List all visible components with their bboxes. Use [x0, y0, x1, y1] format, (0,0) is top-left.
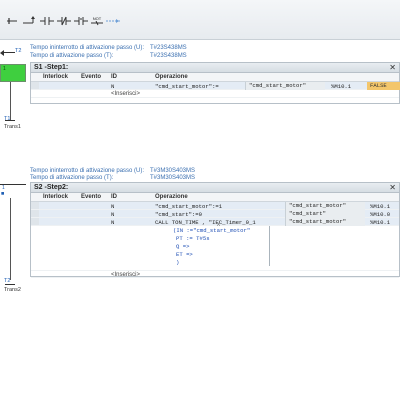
table-row[interactable]: N "cmd_start_motor":=1 "cmd_start_motor"…	[31, 202, 399, 210]
step2-column-header: Interlock Evento ID Operazione	[31, 193, 399, 202]
col-interlock: Interlock	[43, 194, 69, 200]
sfc-toolbar: NOT	[0, 0, 400, 40]
step1-info2-label: Tempo di attivazione passo (T):	[30, 53, 114, 59]
row-operation[interactable]: "cmd_start_motor":=	[155, 83, 219, 90]
table-row[interactable]: <Inserisci>	[31, 270, 399, 278]
row-gutter	[31, 210, 39, 217]
col-operazione: Operazione	[155, 74, 188, 80]
call-q-line: Q =>	[176, 243, 190, 250]
step1-title: S1 -Step1:	[34, 64, 69, 71]
row-gutter	[31, 82, 39, 89]
contact-nc-icon[interactable]	[57, 15, 71, 27]
close-icon[interactable]: ✕	[389, 63, 396, 72]
step2-panel: S2 -Step2: ✕ Interlock Evento ID Operazi…	[30, 182, 400, 278]
table-row[interactable]: N "cmd_start":=0 "cmd_start" %M10.0	[31, 210, 399, 218]
table-row[interactable]: N CALL TON_TIME , "IEC_Timer_0_1 "cmd_st…	[31, 218, 399, 226]
step2-tag: ■	[1, 191, 5, 197]
call-block[interactable]: ^ (IN :="cmd_start_motor" PT := T#5s Q =…	[31, 223, 399, 270]
col-operazione: Operazione	[155, 194, 188, 200]
step2-panel-header: S2 -Step2: ✕	[31, 183, 399, 193]
step2-info2-label: Tempo di attivazione passo (T):	[30, 175, 114, 181]
col-interlock: Interlock	[43, 74, 69, 80]
first-icon[interactable]	[6, 15, 18, 27]
transition-2-bar[interactable]	[5, 284, 15, 285]
tag-value: FALSE	[367, 82, 400, 90]
step1-number: 1	[3, 66, 6, 72]
step1-info2-value: T#23S438MS	[150, 53, 187, 59]
t2-label-top: T2	[15, 48, 22, 54]
t2-label-bottom: T2	[4, 278, 11, 284]
step1-box[interactable]: 1	[0, 64, 26, 82]
tag-address: %M10.1	[370, 218, 391, 226]
call-close-line: )	[176, 259, 180, 266]
col-evento: Evento	[81, 74, 102, 80]
step2-info2-value: T#3M30S403MS	[150, 175, 196, 181]
sfc-graph-strip: T2 1 T1 Trans1 1 ■ T2 Trans2	[0, 40, 28, 400]
call-et-line: ET =>	[176, 251, 193, 258]
contact-nc-not-icon[interactable]	[74, 15, 88, 27]
connect-icon[interactable]	[106, 15, 120, 27]
close-icon[interactable]: ✕	[389, 183, 396, 192]
jump-arrow-line	[3, 52, 15, 53]
tag-address: %M10.1	[331, 82, 352, 90]
table-row[interactable]: <Inserisci>	[31, 90, 399, 98]
step1-panel-header: S1 -Step1: ✕	[31, 63, 399, 73]
tag-address: %M10.0	[370, 210, 391, 218]
tag-name: "cmd_start_motor"	[285, 218, 365, 226]
step2-info1-label: Tempo ininterrotto di attivazione passo …	[30, 168, 145, 174]
row-id: N	[111, 218, 115, 226]
row-id: N	[111, 202, 115, 210]
row-id: N	[111, 210, 115, 218]
step1-info1-label: Tempo ininterrotto di attivazione passo …	[30, 45, 145, 51]
row-gutter	[31, 218, 39, 225]
trans1-label: Trans1	[4, 124, 21, 130]
col-id: ID	[111, 74, 117, 80]
insert-row[interactable]: <Inserisci>	[111, 272, 140, 278]
col-id: ID	[111, 194, 117, 200]
next-icon[interactable]	[22, 15, 36, 27]
step2-title: S2 -Step2:	[34, 184, 69, 191]
sfc-connector-1	[10, 82, 11, 120]
call-in-line: (IN :="cmd_start_motor"	[173, 227, 251, 234]
step1-panel: S1 -Step1: ✕ Interlock Evento ID Operazi…	[30, 62, 400, 104]
table-row[interactable]: N "cmd_start_motor":= "cmd_start_motor" …	[31, 82, 400, 90]
tag-name: "cmd_start_motor"	[285, 202, 365, 210]
call-pt-line: PT := T#5s	[176, 235, 210, 242]
not-icon[interactable]: NOT	[91, 15, 103, 27]
tag-address: %M10.1	[370, 202, 391, 210]
row-gutter	[31, 202, 39, 209]
step2-info1-value: T#3M30S403MS	[150, 168, 196, 174]
col-evento: Evento	[81, 194, 102, 200]
row-operation[interactable]: CALL TON_TIME , "IEC_Timer_0_1	[155, 219, 256, 226]
row-id: N	[111, 82, 115, 90]
step1-info-line2: Tempo di attivazione passo (T): T#23S438…	[30, 53, 230, 61]
tag-name: "cmd_start_motor"	[245, 82, 325, 90]
trans2-label: Trans2	[4, 287, 21, 293]
contact-no-icon[interactable]	[40, 15, 54, 27]
t1-label: T1	[4, 116, 11, 122]
sfc-connector-2	[10, 198, 11, 280]
row-operation[interactable]: "cmd_start_motor":=1	[155, 203, 222, 210]
step1-info1-value: T#23S438MS	[150, 45, 187, 51]
jump-arrow-icon	[0, 50, 4, 56]
step1-column-header: Interlock Evento ID Operazione	[31, 73, 399, 82]
insert-row[interactable]: <Inserisci>	[111, 91, 140, 97]
step1-info-line1: Tempo ininterrotto di attivazione passo …	[30, 45, 230, 53]
row-operation[interactable]: "cmd_start":=0	[155, 211, 202, 218]
tag-name: "cmd_start"	[285, 210, 365, 218]
